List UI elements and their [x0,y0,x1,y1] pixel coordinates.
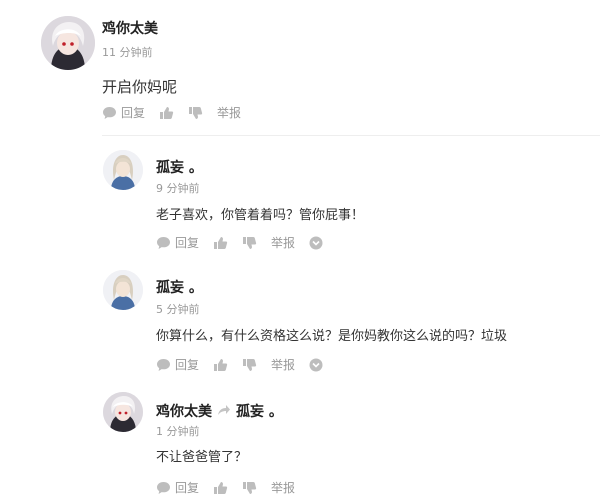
dislike-button[interactable] [242,358,257,372]
reply-label: 回复 [121,106,146,120]
divider [102,135,600,136]
comment-author-line: 鸡你太美 孤妄 。 [156,401,283,421]
comment-time: 1 分钟前 [156,425,200,438]
chevron-down-icon [309,358,323,371]
report-label: 举报 [217,106,242,120]
comment-author[interactable]: 孤妄 。 [156,157,203,177]
reply-button[interactable]: 回复 [156,479,199,496]
comment-time: 11 分钟前 [102,46,153,59]
expand-button[interactable] [309,236,323,250]
like-button[interactable] [213,236,228,250]
comment-text: 老子喜欢，你管着着吗？管你屁事！ [156,208,365,223]
expand-button[interactable] [309,358,323,372]
comment-author[interactable]: 孤妄 。 [156,277,203,297]
avatar[interactable] [103,150,143,190]
dislike-button[interactable] [188,106,203,120]
comment-time: 5 分钟前 [156,303,200,316]
comment-icon [157,481,170,494]
avatar[interactable] [41,16,95,70]
reply-button[interactable]: 回复 [102,104,145,121]
report-button[interactable]: 举报 [271,479,295,496]
thumbs-down-icon [189,106,203,119]
comment-icon [103,106,116,119]
comment-actions: 回复 举报 [102,104,255,121]
avatar[interactable] [103,270,143,310]
thumbs-up-icon [160,106,174,119]
report-label: 举报 [271,358,296,372]
comment-author[interactable]: 鸡你太美 [156,404,212,420]
report-label: 举报 [271,236,296,250]
thumbs-up-icon [214,481,228,494]
comment-text: 你算什么，有什么资格这么说？是你妈教你这么说的吗？垃圾 [156,329,508,344]
reply-button[interactable]: 回复 [156,356,199,373]
reply-arrow-icon [217,404,231,420]
thumbs-up-icon [214,358,228,371]
like-button[interactable] [213,481,228,495]
report-button[interactable]: 举报 [271,234,295,251]
like-button[interactable] [159,106,174,120]
avatar[interactable] [103,392,143,432]
thumbs-down-icon [243,481,257,494]
reply-button[interactable]: 回复 [156,234,199,251]
reply-to-author[interactable]: 孤妄 。 [236,404,283,420]
chevron-down-icon [309,236,323,249]
comment-actions: 回复 举报 [156,356,337,373]
comment-actions: 回复 举报 [156,479,309,496]
thumbs-down-icon [243,236,257,249]
dislike-button[interactable] [242,236,257,250]
comment-text: 开启你妈呢 [102,78,178,96]
report-label: 举报 [271,481,296,495]
comment-author[interactable]: 鸡你太美 [102,18,158,38]
report-button[interactable]: 举报 [271,356,295,373]
reply-label: 回复 [175,481,200,495]
reply-label: 回复 [175,236,200,250]
report-button[interactable]: 举报 [217,104,241,121]
thumbs-down-icon [243,358,257,371]
comment-time: 9 分钟前 [156,182,200,195]
reply-label: 回复 [175,358,200,372]
comment-actions: 回复 举报 [156,234,337,251]
comment-icon [157,236,170,249]
like-button[interactable] [213,358,228,372]
comment-text: 不让爸爸管了？ [156,450,248,465]
thumbs-up-icon [214,236,228,249]
comment-icon [157,358,170,371]
dislike-button[interactable] [242,481,257,495]
